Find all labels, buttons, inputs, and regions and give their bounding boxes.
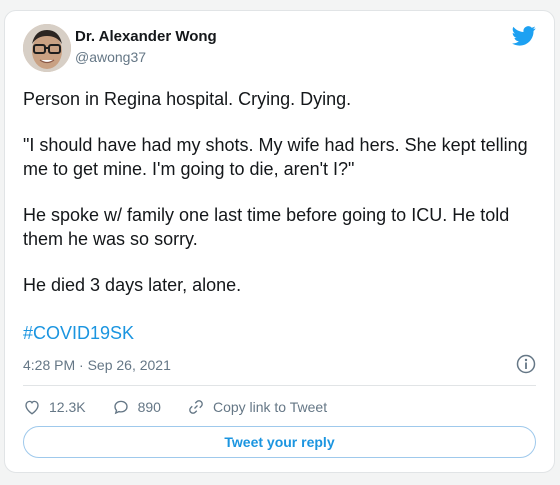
author-name[interactable]: Dr. Alexander Wong — [75, 28, 217, 45]
tweet-reply-button[interactable]: Tweet your reply — [23, 426, 536, 458]
copy-link-button[interactable]: Copy link to Tweet — [187, 398, 327, 416]
info-icon[interactable] — [516, 354, 536, 374]
reply-count-button[interactable]: 890 — [112, 398, 161, 416]
tweet-card: Dr. Alexander Wong @awong37 Person in Re… — [4, 10, 555, 473]
tweet-paragraph: Person in Regina hospital. Crying. Dying… — [23, 89, 352, 109]
avatar-portrait — [23, 24, 71, 72]
comment-icon — [113, 400, 128, 415]
divider — [23, 385, 536, 386]
tweet-timestamp[interactable]: 4:28 PM · Sep 26, 2021 — [23, 357, 171, 373]
tweet-paragraph: "I should have had my shots. My wife had… — [23, 135, 528, 179]
heart-icon — [25, 400, 39, 415]
copy-link-label: Copy link to Tweet — [212, 399, 328, 415]
tweet-body: Person in Regina hospital. Crying. Dying… — [23, 87, 543, 319]
action-bar: 12.3K 890 Copy link to Tweet — [23, 397, 353, 417]
tweet-paragraph: He spoke w/ family one last time before … — [23, 205, 510, 249]
link-icon — [189, 400, 203, 414]
tweet-paragraph: He died 3 days later, alone. — [23, 275, 242, 295]
avatar[interactable] — [23, 24, 71, 72]
author-handle[interactable]: @awong37 — [75, 49, 146, 65]
like-button[interactable]: 12.3K — [23, 398, 86, 416]
reply-count: 890 — [137, 399, 161, 415]
like-count: 12.3K — [49, 399, 86, 415]
twitter-bird-icon[interactable] — [512, 26, 536, 46]
hashtag-link[interactable]: #COVID19SK — [23, 323, 134, 344]
